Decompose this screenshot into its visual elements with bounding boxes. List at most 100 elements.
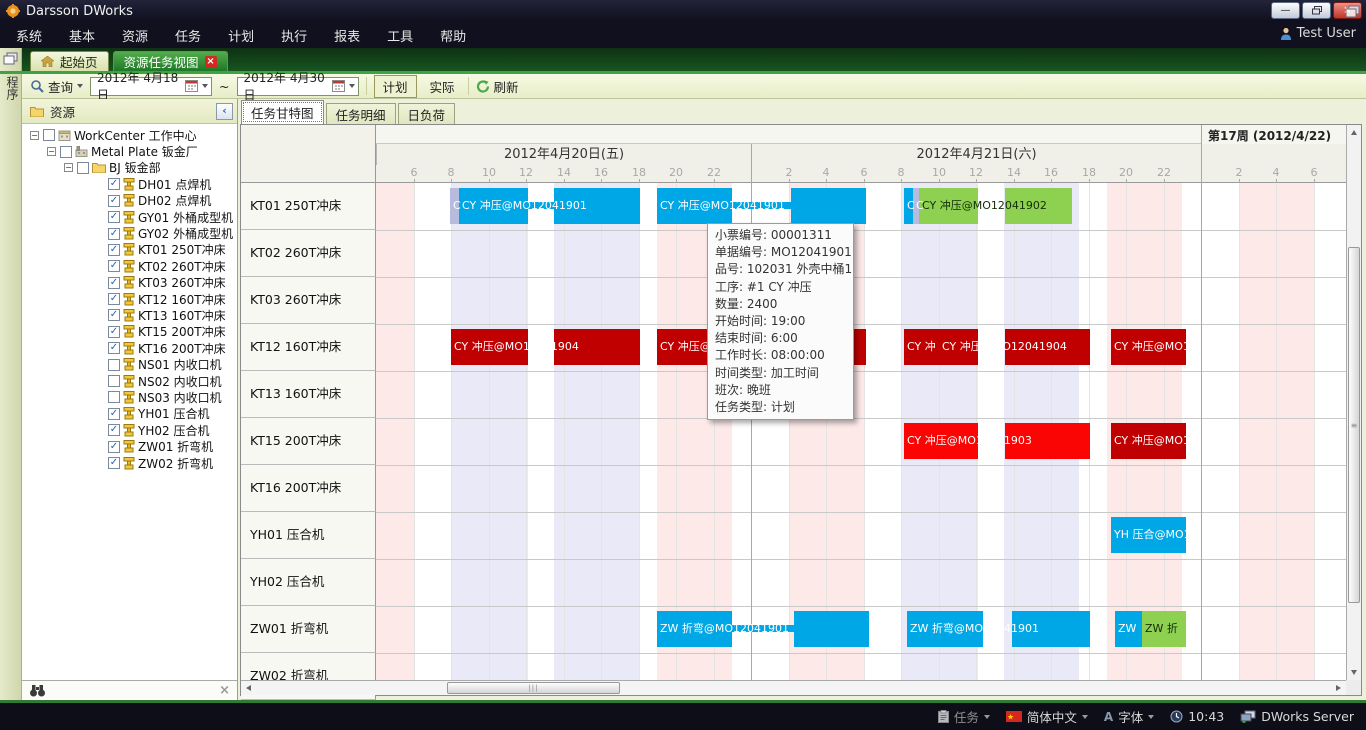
- tree-item-YH02[interactable]: ✓YH02 压合机: [22, 422, 237, 438]
- status-item-1[interactable]: 任务: [938, 707, 990, 726]
- checkbox[interactable]: ✓: [108, 277, 120, 289]
- tree-item-WorkCenter[interactable]: −WorkCenter 工作中心: [22, 127, 237, 143]
- scroll-down-icon[interactable]: [1351, 670, 1357, 675]
- refresh-button[interactable]: 刷新: [476, 77, 519, 96]
- chevron-down-icon[interactable]: [202, 84, 208, 88]
- close-icon[interactable]: ×: [205, 56, 217, 68]
- menu-item-3[interactable]: 资源: [122, 26, 148, 45]
- tree-item-KT16[interactable]: ✓KT16 200T冲床: [22, 340, 237, 356]
- checkbox[interactable]: ✓: [108, 457, 120, 469]
- checkbox[interactable]: ✓: [108, 195, 120, 207]
- scroll-left-icon[interactable]: [246, 685, 251, 691]
- checkbox[interactable]: ✓: [108, 228, 120, 240]
- scroll-up-icon[interactable]: [1351, 130, 1357, 135]
- status-item-2[interactable]: ★简体中文: [1006, 707, 1088, 726]
- vertical-scrollbar[interactable]: ≡: [1346, 125, 1361, 680]
- tree-item-NS03[interactable]: NS03 内收口机: [22, 389, 237, 405]
- tree-item-DH01[interactable]: ✓DH01 点焊机: [22, 176, 237, 192]
- horizontal-scrollbar-thumb[interactable]: |||: [447, 682, 620, 694]
- chevron-down-icon[interactable]: [349, 84, 355, 88]
- tooltip-line: 工作时长: 08:00:00: [715, 347, 846, 364]
- checkbox[interactable]: [60, 146, 72, 158]
- date-to-picker[interactable]: 2012年 4月30日: [237, 77, 359, 96]
- window-list-icon[interactable]: [1345, 4, 1360, 23]
- status-item-4[interactable]: 10:43: [1170, 709, 1224, 724]
- checkbox[interactable]: ✓: [108, 342, 120, 354]
- menu-item-8[interactable]: 工具: [387, 26, 413, 45]
- tree-item-NS01[interactable]: NS01 内收口机: [22, 356, 237, 372]
- tree-item-ZW02[interactable]: ✓ZW02 折弯机: [22, 455, 237, 471]
- program-side-strip[interactable]: 程序: [0, 48, 22, 700]
- checkbox[interactable]: ✓: [108, 244, 120, 256]
- checkbox[interactable]: [43, 129, 55, 141]
- status-item-5[interactable]: DWorks Server: [1240, 709, 1354, 724]
- checkbox[interactable]: ✓: [108, 293, 120, 305]
- menu-item-4[interactable]: 任务: [175, 26, 201, 45]
- close-icon[interactable]: ×: [219, 683, 230, 698]
- checkbox[interactable]: [108, 359, 120, 371]
- expand-toggle-icon[interactable]: −: [30, 131, 39, 140]
- menu-item-1[interactable]: 系统: [16, 26, 42, 45]
- scroll-right-icon[interactable]: [1336, 685, 1341, 691]
- tree-item-KT13[interactable]: ✓KT13 160T冲床: [22, 307, 237, 323]
- actual-toggle-button[interactable]: 实际: [424, 76, 461, 97]
- plan-toggle-button[interactable]: 计划: [374, 75, 417, 98]
- date-from-picker[interactable]: 2012年 4月18日: [90, 77, 212, 96]
- gantt-task-bar[interactable]: [791, 188, 866, 224]
- checkbox[interactable]: [108, 391, 120, 403]
- tree-item-DH02[interactable]: ✓DH02 点焊机: [22, 193, 237, 209]
- tree-item-KT01[interactable]: ✓KT01 250T冲床: [22, 242, 237, 258]
- binoculars-icon[interactable]: [29, 684, 46, 697]
- chevron-down-icon[interactable]: [984, 715, 990, 719]
- status-item-3[interactable]: A字体: [1104, 707, 1154, 726]
- checkbox[interactable]: ✓: [108, 260, 120, 272]
- tree-item-Metal[interactable]: −Metal Plate 钣金厂: [22, 143, 237, 159]
- checkbox[interactable]: ✓: [108, 211, 120, 223]
- menu-item-9[interactable]: 帮助: [440, 26, 466, 45]
- tree-item-ZW01[interactable]: ✓ZW01 折弯机: [22, 438, 237, 454]
- menu-item-6[interactable]: 执行: [281, 26, 307, 45]
- tree-item-GY02[interactable]: ✓GY02 外桶成型机: [22, 225, 237, 241]
- checkbox[interactable]: ✓: [108, 326, 120, 338]
- menu-item-5[interactable]: 计划: [228, 26, 254, 45]
- query-button[interactable]: 查询: [30, 77, 83, 96]
- checkbox[interactable]: [77, 162, 89, 174]
- tree-item-KT12[interactable]: ✓KT12 160T冲床: [22, 291, 237, 307]
- sidebar-collapse-button[interactable]: ‹: [216, 103, 233, 120]
- tree-item-KT03[interactable]: ✓KT03 260T冲床: [22, 275, 237, 291]
- tree-item-GY01[interactable]: ✓GY01 外桶成型机: [22, 209, 237, 225]
- chevron-down-icon[interactable]: [1082, 715, 1088, 719]
- horizontal-scrollbar[interactable]: |||: [241, 680, 1346, 695]
- tree-item-NS02[interactable]: NS02 内收口机: [22, 373, 237, 389]
- doc-tab-1[interactable]: 起始页: [30, 51, 109, 71]
- view-tab-3[interactable]: 日负荷: [398, 103, 456, 124]
- gantt-hour-label: 16: [594, 166, 608, 179]
- tree-item-BJ[interactable]: −BJ 钣金部: [22, 160, 237, 176]
- minimize-button[interactable]: —: [1271, 2, 1300, 19]
- checkbox[interactable]: ✓: [108, 408, 120, 420]
- view-tab-1[interactable]: 任务甘特图: [241, 100, 324, 124]
- menu-item-2[interactable]: 基本: [69, 26, 95, 45]
- restore-button[interactable]: [1302, 2, 1331, 19]
- checkbox[interactable]: ✓: [108, 309, 120, 321]
- checkbox[interactable]: ✓: [108, 424, 120, 436]
- expand-toggle-icon[interactable]: −: [47, 147, 56, 156]
- expand-toggle-icon[interactable]: −: [64, 163, 73, 172]
- chevron-down-icon[interactable]: [77, 84, 83, 88]
- tree-item-YH01[interactable]: ✓YH01 压合机: [22, 406, 237, 422]
- gantt-task-label: CY 冲压@MO1: [1114, 329, 1190, 365]
- menu-item-7[interactable]: 报表: [334, 26, 360, 45]
- user-chip[interactable]: Test User: [1280, 26, 1356, 41]
- chevron-down-icon[interactable]: [1148, 715, 1154, 719]
- checkbox[interactable]: ✓: [108, 441, 120, 453]
- gantt-task-label: CY 冲压@MO12041903: [907, 423, 1032, 459]
- vertical-scrollbar-thumb[interactable]: ≡: [1348, 247, 1360, 603]
- checkbox[interactable]: ✓: [108, 178, 120, 190]
- sidebar-title: 资源: [50, 102, 75, 121]
- gantt-task-bar[interactable]: [794, 611, 869, 647]
- tree-item-KT15[interactable]: ✓KT15 200T冲床: [22, 324, 237, 340]
- view-tab-2[interactable]: 任务明细: [326, 103, 396, 124]
- tree-item-KT02[interactable]: ✓KT02 260T冲床: [22, 258, 237, 274]
- checkbox[interactable]: [108, 375, 120, 387]
- doc-tab-2[interactable]: 资源任务视图×: [113, 51, 228, 71]
